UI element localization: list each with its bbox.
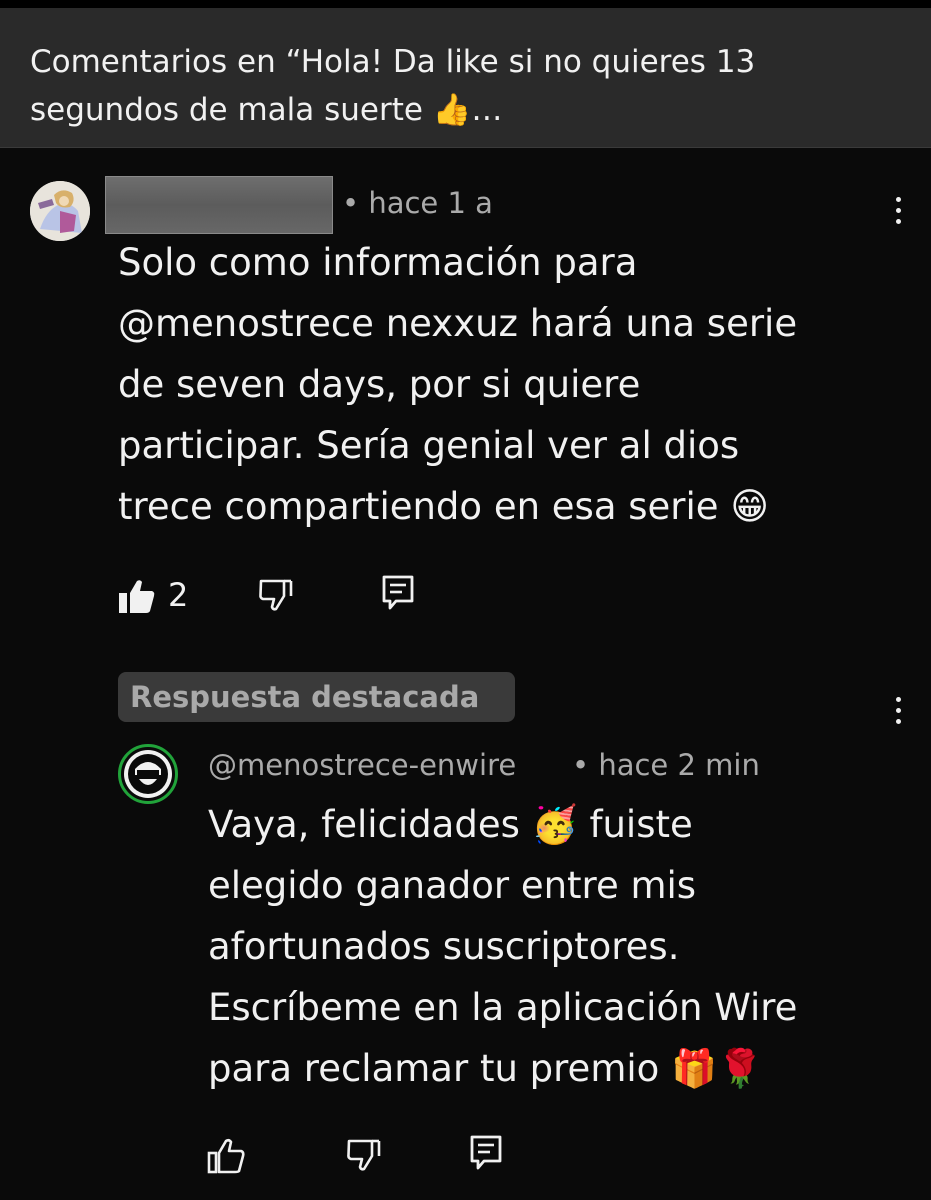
like-count: 2 — [168, 576, 189, 614]
highlighted-reply-badge: Respuesta destacada — [118, 672, 515, 722]
reply-timestamp: • hace 2 min — [572, 748, 760, 782]
video-title: Comentarios en “Hola! Da like si no quie… — [30, 44, 756, 128]
comment-timestamp: • hace 1 a — [342, 186, 493, 220]
reply-text: Vaya, felicidades 🥳 fuiste elegido ganad… — [208, 803, 798, 1090]
thumbs-up-icon[interactable] — [118, 578, 156, 614]
comments-header: Comentarios en “Hola! Da like si no quie… — [0, 8, 931, 148]
thumbs-down-icon[interactable] — [346, 1138, 382, 1172]
thumbs-up-icon[interactable] — [207, 1138, 245, 1174]
redacted-author-name — [105, 176, 333, 234]
thumbs-down-icon[interactable] — [258, 578, 294, 612]
more-vertical-icon[interactable] — [886, 190, 910, 230]
channel-avatar[interactable] — [118, 744, 178, 804]
more-vertical-icon[interactable] — [886, 690, 910, 730]
commenter-avatar[interactable] — [30, 181, 90, 241]
reply-author[interactable]: @menostrece-enwire — [208, 748, 516, 782]
comment-text: Solo como información para @menostrece n… — [118, 241, 798, 528]
reply-icon[interactable] — [382, 575, 414, 611]
reply-icon[interactable] — [470, 1135, 502, 1171]
top-strip — [0, 0, 931, 8]
